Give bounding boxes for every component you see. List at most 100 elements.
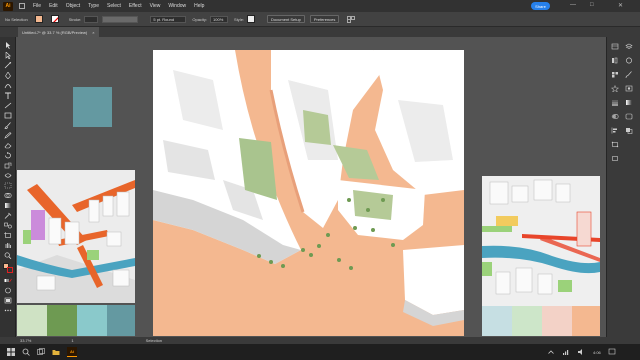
- align-panel-icon[interactable]: [611, 127, 619, 134]
- reference-image-right[interactable]: [482, 176, 600, 306]
- taskbar: Ai 4:06: [0, 344, 640, 360]
- menu-help[interactable]: Help: [194, 3, 204, 9]
- volume-icon[interactable]: [577, 348, 585, 356]
- close-tab-icon[interactable]: ×: [92, 30, 94, 35]
- style-label: Style:: [234, 16, 245, 22]
- layers-panel-icon[interactable]: [625, 43, 633, 50]
- preferences-button[interactable]: Preferences: [309, 15, 340, 23]
- minimize-button[interactable]: —: [570, 2, 576, 8]
- network-icon[interactable]: [562, 348, 570, 356]
- selection-tool-icon[interactable]: [4, 42, 12, 49]
- pencil-tool-icon[interactable]: [4, 132, 12, 139]
- windows-start-icon[interactable]: [7, 348, 15, 356]
- arrange-documents-icon[interactable]: [347, 15, 356, 23]
- stroke-panel-icon[interactable]: [611, 99, 619, 106]
- color-mode-icons[interactable]: [4, 277, 12, 284]
- width-tool-icon[interactable]: [4, 172, 12, 179]
- transform-panel-icon[interactable]: [611, 141, 619, 148]
- brush-definition[interactable]: 5 pt. Round: [150, 15, 187, 23]
- variable-width-profile[interactable]: [102, 15, 139, 23]
- hand-tool-icon[interactable]: [4, 242, 12, 249]
- menu-object[interactable]: Object: [66, 3, 80, 9]
- gradient-tool-icon[interactable]: [4, 202, 12, 209]
- menu-view[interactable]: View: [150, 3, 161, 9]
- appearance-panel-icon[interactable]: [625, 113, 633, 120]
- document-tab[interactable]: Untitled-7* @ 33.7 % (RGB/Preview) ×: [18, 27, 99, 37]
- search-icon[interactable]: [22, 348, 30, 356]
- graphic-style-swatch[interactable]: [247, 15, 256, 23]
- menu-effect[interactable]: Effect: [129, 3, 142, 9]
- graphic-styles-panel-icon[interactable]: [625, 85, 633, 92]
- close-button[interactable]: ✕: [618, 2, 623, 9]
- scale-tool-icon[interactable]: [4, 162, 12, 169]
- menu-select[interactable]: Select: [107, 3, 121, 9]
- palette-swatch-pale-blue[interactable]: [482, 306, 512, 336]
- palette-swatch-light-teal[interactable]: [77, 305, 107, 336]
- zoom-level[interactable]: 33.7%: [20, 338, 31, 343]
- menu-window[interactable]: Window: [168, 3, 186, 9]
- zoom-tool-icon[interactable]: [4, 252, 12, 260]
- gradient-panel-icon[interactable]: [625, 99, 633, 106]
- rotate-tool-icon[interactable]: [4, 152, 12, 159]
- magic-wand-tool-icon[interactable]: [4, 62, 12, 69]
- edit-toolbar-icon[interactable]: [4, 307, 12, 314]
- share-button[interactable]: Share: [531, 2, 550, 10]
- task-view-icon[interactable]: [37, 348, 45, 356]
- notifications-icon[interactable]: [608, 348, 616, 356]
- chevron-up-icon[interactable]: [547, 348, 555, 356]
- type-tool-icon[interactable]: [4, 92, 12, 99]
- reference-image-left[interactable]: [17, 170, 135, 303]
- artboard[interactable]: [153, 50, 464, 336]
- teal-color-square[interactable]: [73, 87, 112, 127]
- artboard-number[interactable]: 1: [71, 338, 73, 343]
- paintbrush-tool-icon[interactable]: [4, 122, 12, 130]
- screen-mode-icon[interactable]: [4, 297, 12, 304]
- status-bar: 33.7% 1 Selection: [0, 337, 640, 344]
- palette-swatch-pale-pink[interactable]: [542, 306, 572, 336]
- illustrator-taskbar-icon[interactable]: Ai: [67, 347, 77, 357]
- direct-selection-tool-icon[interactable]: [4, 51, 12, 60]
- swatches-panel-icon[interactable]: [611, 71, 619, 78]
- home-icon[interactable]: [19, 3, 25, 9]
- line-tool-icon[interactable]: [4, 102, 12, 109]
- opacity-field[interactable]: 100%: [210, 15, 229, 23]
- rectangle-tool-icon[interactable]: [4, 112, 12, 119]
- stroke-weight-field[interactable]: [84, 15, 99, 23]
- libraries-panel-icon[interactable]: [611, 57, 619, 64]
- palette-swatch-teal[interactable]: [107, 305, 135, 336]
- pen-tool-icon[interactable]: [4, 71, 12, 80]
- palette-swatch-green[interactable]: [47, 305, 77, 336]
- properties-panel-icon[interactable]: [611, 43, 619, 50]
- curvature-tool-icon[interactable]: [4, 82, 12, 89]
- palette-swatch-light-green[interactable]: [17, 305, 47, 336]
- shape-builder-tool-icon[interactable]: [4, 192, 12, 199]
- artboards-panel-icon[interactable]: [611, 155, 619, 162]
- brushes-panel-icon[interactable]: [625, 71, 633, 79]
- fill-stroke-swatches[interactable]: [3, 263, 13, 273]
- artboard-tool-icon[interactable]: [4, 232, 12, 239]
- menu-bar: Ai File Edit Object Type Select Effect V…: [0, 0, 640, 12]
- free-transform-tool-icon[interactable]: [4, 182, 12, 189]
- menu-file[interactable]: File: [33, 3, 41, 9]
- blend-tool-icon[interactable]: [4, 222, 12, 229]
- menu-type[interactable]: Type: [88, 3, 99, 9]
- symbols-panel-icon[interactable]: [610, 84, 620, 93]
- folder-icon[interactable]: [52, 348, 60, 356]
- palette-swatch-peach[interactable]: [572, 306, 600, 336]
- document-tab-bar: Untitled-7* @ 33.7 % (RGB/Preview) ×: [0, 27, 640, 37]
- transparency-panel-icon[interactable]: [611, 113, 619, 120]
- document-tab-label: Untitled-7* @ 33.7 % (RGB/Preview): [22, 29, 88, 35]
- eraser-tool-icon[interactable]: [4, 142, 12, 149]
- color-panel-icon[interactable]: [625, 57, 633, 64]
- stroke-swatch[interactable]: [50, 15, 59, 23]
- menu-edit[interactable]: Edit: [49, 3, 58, 9]
- pathfinder-panel-icon[interactable]: [625, 127, 633, 134]
- drawing-modes-icon[interactable]: [4, 287, 12, 294]
- maximize-button[interactable]: □: [590, 2, 594, 8]
- palette-swatch-pale-green[interactable]: [512, 306, 542, 336]
- illustrator-taskbar-label: Ai: [70, 349, 74, 354]
- fill-swatch[interactable]: [34, 15, 43, 23]
- eyedropper-tool-icon[interactable]: [4, 212, 12, 219]
- document-setup-button[interactable]: Document Setup: [267, 15, 305, 23]
- clock[interactable]: 4:06: [593, 350, 601, 355]
